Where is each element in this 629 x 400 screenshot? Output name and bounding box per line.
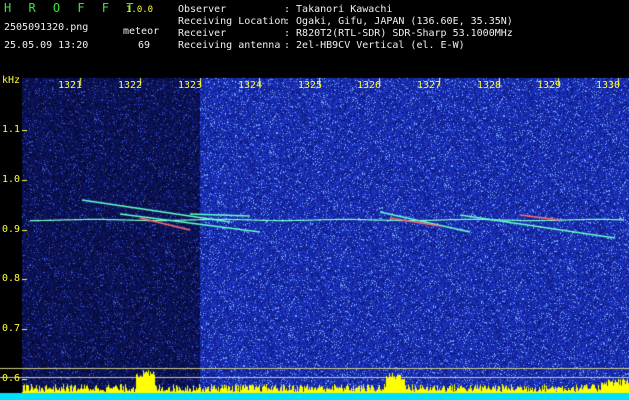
meteor-count: 69 [138, 40, 151, 51]
receiver-value: : R820T2(RTL-SDR) SDR-Sharp 53.1000MHz [284, 28, 513, 39]
location-value: : Ogaki, Gifu, JAPAN (136.60E, 35.35N) [284, 16, 513, 27]
x-tick-label: 1326 [357, 80, 382, 91]
y-tick-label: 1.0 [2, 174, 21, 185]
x-tick-label: 1321 [58, 80, 83, 91]
antenna-label: Receiving antenna [178, 40, 281, 51]
y-tick-label: 0.6 [2, 373, 21, 384]
y-axis-unit: kHz [2, 75, 21, 86]
observer-label: Observer [178, 4, 227, 15]
y-tick-label: 0.7 [2, 323, 21, 334]
hroffft-window: H R O F F T 1.0.0 2505091320.png meteor … [0, 0, 629, 400]
x-tick-label: 1324 [238, 80, 263, 91]
x-tick-label: 1323 [178, 80, 203, 91]
x-tick-label: 1322 [118, 80, 143, 91]
filename-label: 2505091320.png [4, 22, 89, 33]
x-tick-label: 1327 [417, 80, 442, 91]
receiver-label: Receiver [178, 28, 227, 39]
datetime-label: 25.05.09 13:20 [4, 40, 89, 51]
x-tick-label: 1330 [596, 80, 621, 91]
antenna-value: : 2el-HB9CV Vertical (el. E-W) [284, 40, 465, 51]
y-tick-label: 1.1 [2, 124, 21, 135]
x-tick-label: 1329 [537, 80, 562, 91]
version-label: 1.0.0 [126, 5, 154, 15]
meteor-label: meteor [123, 26, 160, 37]
spectrogram-canvas [0, 0, 629, 400]
y-tick-label: 0.9 [2, 224, 21, 235]
observer-value: : Takanori Kawachi [284, 4, 393, 15]
location-label: Receiving Location [178, 16, 287, 27]
x-tick-label: 1325 [298, 80, 323, 91]
x-tick-label: 1328 [477, 80, 502, 91]
brand-title: H R O F F T [4, 1, 139, 15]
y-tick-label: 0.8 [2, 273, 21, 284]
